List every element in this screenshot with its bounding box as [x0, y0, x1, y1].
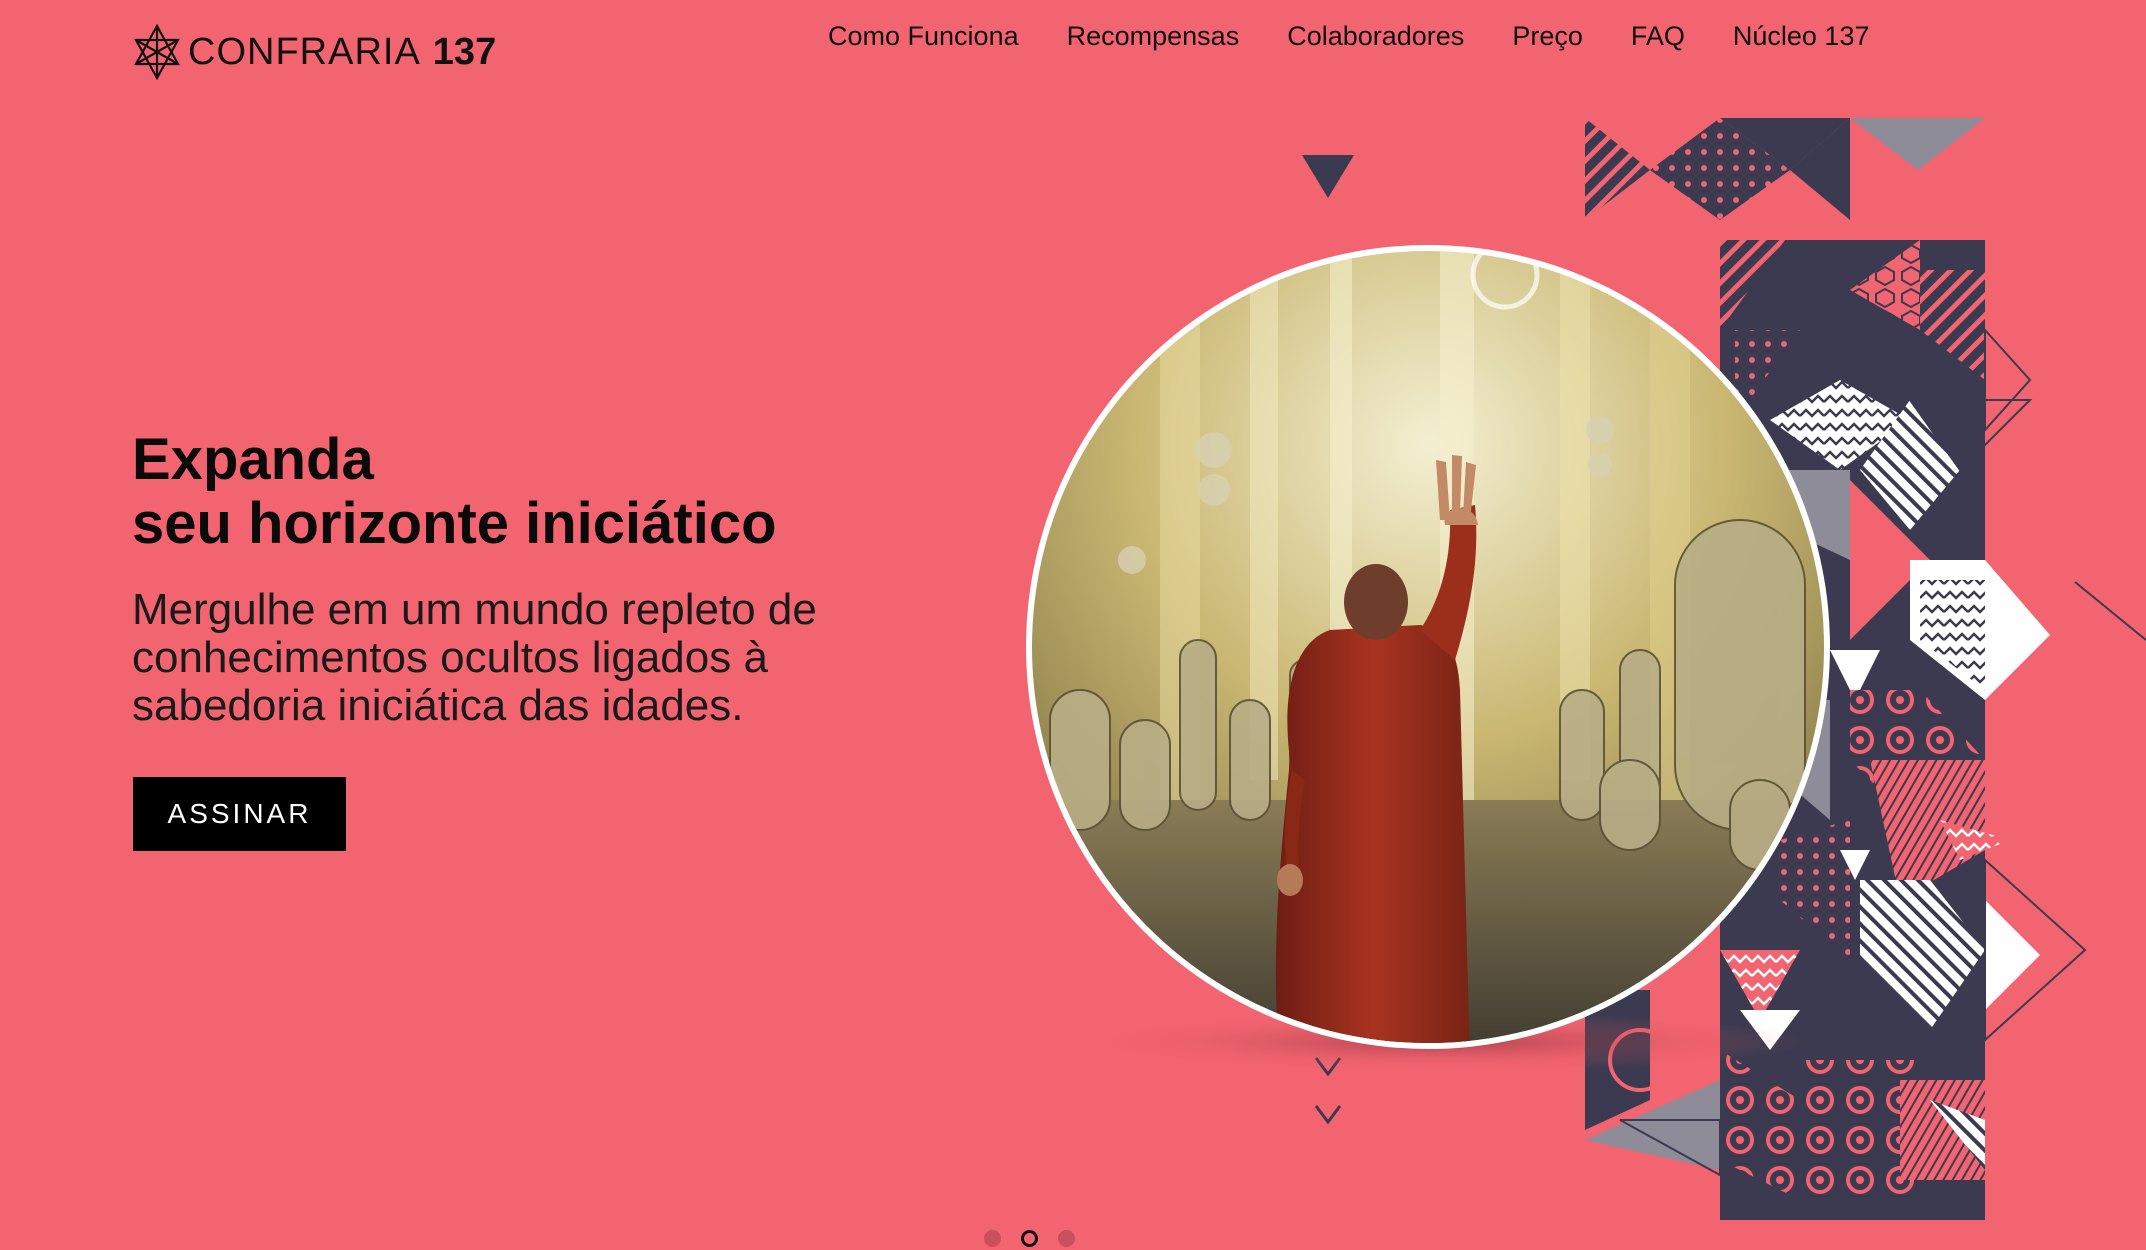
nav-item-faq[interactable]: FAQ: [1631, 18, 1685, 54]
hero-title: Expanda seu horizonte iniciático: [132, 428, 777, 556]
chevron-down-icon: [1314, 1057, 1342, 1077]
geometric-collage: [1585, 118, 2146, 1220]
nav-item-como-funciona[interactable]: Como Funciona: [828, 18, 1019, 54]
main-nav: Como Funciona Recompensas Colaboradores …: [828, 18, 1869, 54]
subscribe-button[interactable]: ASSINAR: [133, 777, 346, 851]
hero-subtitle-line: Mergulhe em um mundo repleto de: [132, 585, 817, 634]
carousel-indicators: [984, 1230, 1075, 1247]
carousel-dot-2[interactable]: [1021, 1230, 1038, 1247]
chevron-down-icon: [1314, 1105, 1342, 1125]
monk-figure: [1275, 455, 1478, 1043]
nav-item-recompensas[interactable]: Recompensas: [1067, 18, 1240, 54]
brand-logo[interactable]: CONFRARIA 137: [132, 22, 496, 82]
carousel-dot-1[interactable]: [984, 1230, 1001, 1247]
carousel-dot-3[interactable]: [1058, 1230, 1075, 1247]
nav-item-preco[interactable]: Preço: [1512, 18, 1583, 54]
triangle-shape: [1302, 155, 1354, 198]
nav-item-colaboradores[interactable]: Colaboradores: [1287, 18, 1464, 54]
hero-title-line: Expanda: [132, 427, 374, 492]
brand-name: CONFRARIA: [188, 30, 421, 73]
nav-item-nucleo-137[interactable]: Núcleo 137: [1733, 18, 1870, 54]
hero-title-line: seu horizonte iniciático: [132, 491, 777, 556]
hero-subtitle-line: conhecimentos ocultos ligados à: [132, 633, 768, 682]
hero-subtitle: Mergulhe em um mundo repleto de conhecim…: [132, 586, 992, 730]
hero-image-monk: [1026, 245, 1830, 1049]
merkaba-star-icon: [134, 24, 180, 80]
brand-number: 137: [432, 30, 497, 73]
hero-subtitle-line: sabedoria iniciática das idades.: [132, 681, 744, 730]
